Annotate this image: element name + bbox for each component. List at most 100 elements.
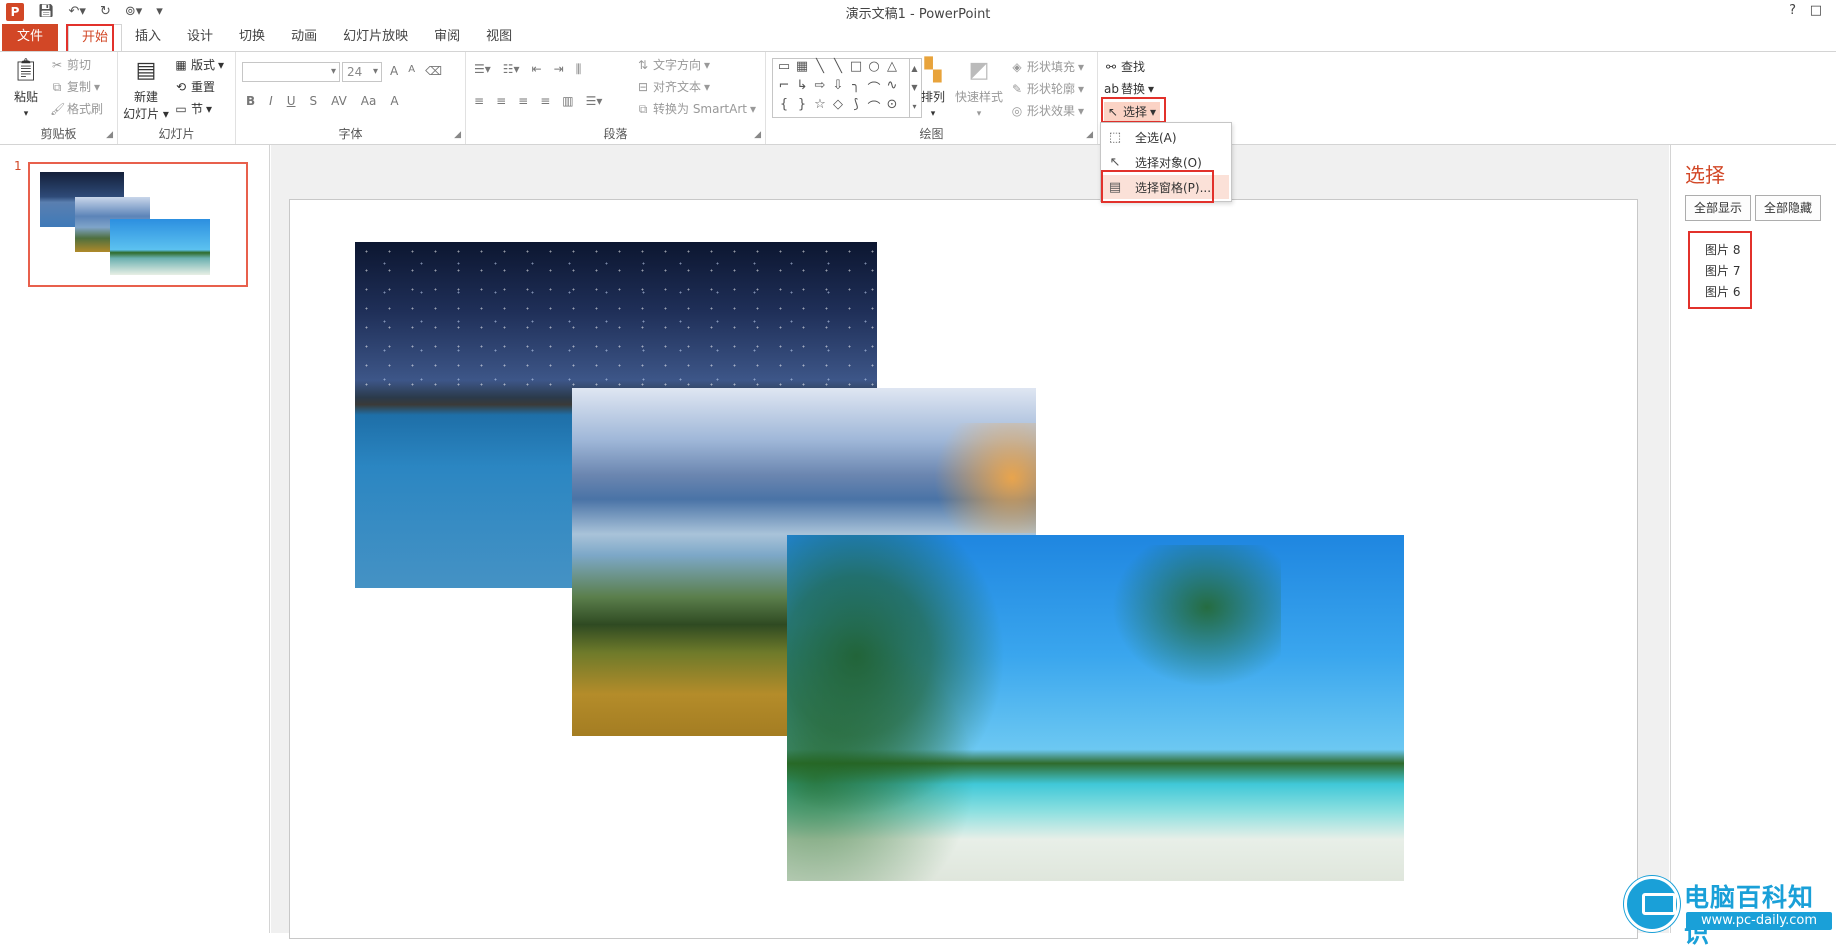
line-spacing-icon[interactable]: ☰▾: [586, 94, 603, 108]
shape-item[interactable]: ⌒: [865, 78, 883, 97]
copy-button[interactable]: ⧉ 复制 ▾: [50, 78, 100, 95]
tab-home[interactable]: 开始: [68, 24, 123, 52]
tab-insert[interactable]: 插入: [122, 24, 174, 52]
distributed-icon[interactable]: ▥: [562, 94, 573, 108]
find-button[interactable]: ⚯ 查找: [1104, 58, 1145, 75]
arrange-icon: ▚: [924, 58, 942, 83]
align-right-icon[interactable]: ≡: [518, 94, 528, 108]
convert-smartart-button[interactable]: ⧉ 转换为 SmartArt ▾: [636, 100, 756, 117]
section-button[interactable]: ▭ 节 ▾: [174, 100, 212, 117]
bold-button[interactable]: B: [246, 94, 255, 108]
shrink-font-button[interactable]: A: [408, 64, 415, 78]
font-size-combo[interactable]: 24: [342, 62, 382, 82]
increase-indent-icon[interactable]: ⇥: [554, 62, 564, 77]
italic-button[interactable]: I: [269, 94, 273, 108]
group-label-font: 字体: [338, 127, 363, 141]
align-center-icon[interactable]: ≡: [496, 94, 506, 108]
shape-fill-button[interactable]: ◈ 形状填充 ▾: [1010, 58, 1084, 75]
font-name-combo[interactable]: [242, 62, 340, 82]
change-case-button[interactable]: Aa: [361, 94, 377, 108]
new-slide-button[interactable]: ▤ 新建 幻灯片 ▾: [122, 56, 170, 122]
dialog-launcher-icon[interactable]: ◢: [106, 130, 113, 140]
shape-item[interactable]: {: [775, 97, 793, 116]
quick-styles-button[interactable]: ◩ 快速样式 ▾: [952, 56, 1006, 119]
shape-item[interactable]: ⟆: [847, 97, 865, 116]
shape-item[interactable]: ⇨: [811, 78, 829, 97]
dialog-launcher-icon[interactable]: ◢: [754, 130, 761, 140]
selection-pane-icon: ▤: [1108, 179, 1122, 195]
strikethrough-button[interactable]: S: [310, 94, 318, 108]
shape-item[interactable]: ╲: [811, 59, 829, 78]
restore-button[interactable]: □: [1810, 3, 1822, 18]
group-label-drawing: 绘图: [919, 127, 944, 141]
shape-item[interactable]: △: [883, 59, 901, 78]
tab-view[interactable]: 视图: [473, 24, 525, 52]
grow-font-button[interactable]: A: [390, 64, 398, 78]
layout-button[interactable]: ▦ 版式 ▾: [174, 56, 224, 73]
show-all-button[interactable]: 全部显示: [1685, 195, 1751, 221]
tab-review[interactable]: 审阅: [421, 24, 473, 52]
justify-icon[interactable]: ≡: [540, 94, 550, 108]
shape-item[interactable]: }: [793, 97, 811, 116]
font-color-button[interactable]: A: [390, 94, 398, 108]
menu-select-all[interactable]: ⬚ 全选(A): [1103, 125, 1229, 149]
decrease-indent-icon[interactable]: ⇤: [532, 62, 542, 77]
help-button[interactable]: ?: [1789, 3, 1796, 18]
tab-file[interactable]: 文件: [2, 24, 58, 52]
text-direction-button[interactable]: ⇅ 文字方向 ▾: [636, 56, 710, 73]
select-button[interactable]: ↖ 选择 ▾: [1104, 102, 1161, 121]
shapes-gallery[interactable]: ▭ ▦ ╲ ╲ □ ○ △ ⌐ ↳ ⇨ ⇩ ╮ ⌒ ∿{} ☆ ◇ ⟆ ⌒ ⊙: [772, 58, 910, 118]
bullets-icon[interactable]: ☰▾: [474, 62, 491, 77]
selection-item-picture-6[interactable]: 图片 6: [1705, 283, 1740, 300]
shape-item[interactable]: ▭: [775, 59, 793, 78]
numbering-icon[interactable]: ☷▾: [503, 62, 520, 77]
shape-item[interactable]: □: [847, 59, 865, 78]
clear-format-icon[interactable]: ⌫: [425, 64, 442, 78]
selection-item-picture-7[interactable]: 图片 7: [1705, 262, 1740, 279]
menu-selection-pane[interactable]: ▤ 选择窗格(P)...: [1103, 175, 1229, 199]
shape-item[interactable]: ⊙: [883, 97, 901, 116]
replace-icon: ab: [1104, 81, 1119, 96]
menu-select-objects[interactable]: ↖ 选择对象(O): [1103, 150, 1229, 174]
tab-transitions[interactable]: 切换: [226, 24, 278, 52]
shape-item[interactable]: ∿: [883, 78, 901, 97]
effects-icon: ◎: [1011, 103, 1023, 118]
shape-item[interactable]: ○: [865, 59, 883, 78]
format-painter-button[interactable]: 🖌︎ 格式刷: [50, 100, 103, 117]
shape-item[interactable]: ↳: [793, 78, 811, 97]
shape-item[interactable]: ╮: [847, 78, 865, 97]
dialog-launcher-icon[interactable]: ◢: [1086, 130, 1093, 140]
arrange-button[interactable]: ▚ 排列 ▾: [916, 56, 950, 119]
picture-tropical-beach[interactable]: [787, 535, 1404, 881]
align-text-icon: ⊟: [637, 79, 649, 94]
shape-item[interactable]: ▦: [793, 59, 811, 78]
slide-editing-area: [271, 145, 1669, 939]
shape-item[interactable]: ╲: [829, 59, 847, 78]
shape-item[interactable]: ⇩: [829, 78, 847, 97]
paste-button[interactable]: 📋︎ 粘贴 ▾: [6, 56, 46, 119]
columns-icon[interactable]: ⫼: [576, 62, 582, 77]
underline-button[interactable]: U: [287, 94, 296, 108]
slide[interactable]: [289, 199, 1638, 939]
shape-item[interactable]: ⌐: [775, 78, 793, 97]
paste-label: 粘贴: [13, 90, 38, 104]
align-left-icon[interactable]: ≡: [474, 94, 484, 108]
dialog-launcher-icon[interactable]: ◢: [454, 130, 461, 140]
selection-item-picture-8[interactable]: 图片 8: [1705, 241, 1740, 258]
align-text-button[interactable]: ⊟ 对齐文本 ▾: [636, 78, 710, 95]
shape-item[interactable]: ◇: [829, 97, 847, 116]
shape-outline-button[interactable]: ✎ 形状轮廓 ▾: [1010, 80, 1084, 97]
hide-all-button[interactable]: 全部隐藏: [1755, 195, 1821, 221]
cut-button[interactable]: ✂ 剪切: [50, 56, 91, 73]
shape-item[interactable]: ⌒: [865, 97, 883, 116]
tab-animations[interactable]: 动画: [278, 24, 330, 52]
shape-item[interactable]: ☆: [811, 97, 829, 116]
tab-slideshow[interactable]: 幻灯片放映: [330, 24, 421, 52]
shape-effects-button[interactable]: ◎ 形状效果 ▾: [1010, 102, 1084, 119]
slide-thumbnail[interactable]: [28, 162, 248, 287]
tab-design[interactable]: 设计: [174, 24, 226, 52]
replace-button[interactable]: ab 替换 ▾: [1104, 80, 1154, 97]
char-spacing-button[interactable]: AV: [331, 94, 347, 108]
reset-button[interactable]: ⟲ 重置: [174, 78, 215, 95]
watermark-url: www.pc-daily.com: [1686, 912, 1832, 930]
